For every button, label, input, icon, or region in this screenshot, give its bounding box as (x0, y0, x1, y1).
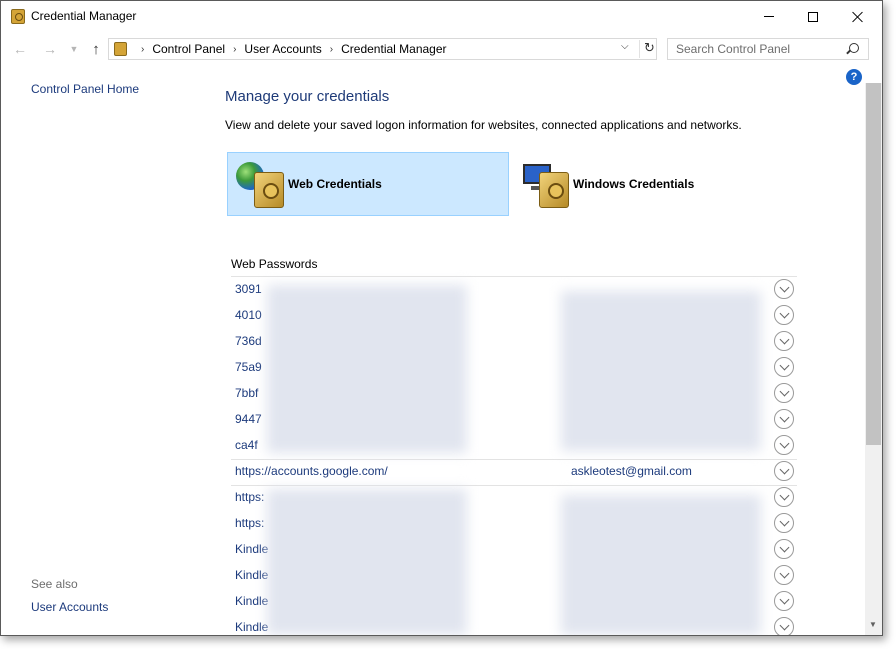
control-panel-home-link[interactable]: Control Panel Home (31, 82, 139, 96)
see-also-label: See also (31, 577, 78, 591)
breadcrumb-user-accounts[interactable]: User Accounts (244, 42, 321, 56)
windows-credentials-label: Windows Credentials (573, 177, 695, 191)
credential-title[interactable]: 736d (235, 334, 262, 348)
credential-username: askleotest@gmail.com (571, 464, 692, 478)
breadcrumb-credential-manager[interactable]: Credential Manager (341, 42, 446, 56)
page-description: View and delete your saved logon informa… (225, 118, 742, 132)
web-credentials-icon (236, 158, 288, 210)
credential-vault-icon (11, 9, 25, 24)
address-bar[interactable]: › Control Panel › User Accounts › Creden… (108, 38, 657, 60)
credential-title[interactable]: Kindle (235, 594, 268, 608)
vault-icon (254, 172, 284, 208)
page-title: Manage your credentials (225, 88, 390, 105)
credential-title[interactable]: 7bbf (235, 386, 258, 400)
expand-chevron-icon[interactable] (774, 591, 794, 611)
expand-chevron-icon[interactable] (774, 617, 794, 635)
credential-title[interactable]: Kindle (235, 568, 268, 582)
control-panel-icon (114, 42, 127, 56)
scrollbar-thumb[interactable] (866, 83, 881, 445)
breadcrumb-separator-icon[interactable]: › (141, 44, 144, 55)
credential-title[interactable]: 3091 (235, 282, 262, 296)
minimize-button[interactable] (746, 1, 792, 32)
windows-credentials-tile[interactable]: Windows Credentials (513, 152, 795, 216)
credential-row-google[interactable]: https://accounts.google.com/ askleotest@… (227, 459, 797, 485)
breadcrumb-control-panel[interactable]: Control Panel (152, 42, 225, 56)
expand-chevron-icon[interactable] (774, 357, 794, 377)
breadcrumb: › Control Panel › User Accounts › Creden… (133, 42, 447, 56)
expand-chevron-icon[interactable] (774, 409, 794, 429)
expand-chevron-icon[interactable] (774, 487, 794, 507)
title-bar[interactable]: Credential Manager (1, 1, 882, 32)
search-icon[interactable] (849, 43, 859, 53)
credential-title[interactable]: Kindle (235, 542, 268, 556)
maximize-icon (808, 11, 818, 22)
privacy-blur (267, 285, 467, 453)
refresh-icon[interactable]: ↻ (639, 40, 655, 58)
credential-title[interactable]: https: (235, 490, 264, 504)
close-icon (852, 11, 864, 23)
expand-chevron-icon[interactable] (774, 513, 794, 533)
back-arrow-icon[interactable]: ← (11, 40, 29, 58)
vertical-scrollbar[interactable]: ▼ (865, 83, 882, 635)
credential-title[interactable]: https: (235, 516, 264, 530)
credential-title[interactable]: Kindle (235, 620, 268, 634)
up-arrow-icon[interactable]: ↑ (87, 40, 105, 58)
recent-locations-chevron-icon[interactable]: ▼ (65, 40, 83, 58)
expand-chevron-icon[interactable] (774, 331, 794, 351)
web-passwords-header: Web Passwords (231, 257, 318, 271)
expand-chevron-icon[interactable] (774, 539, 794, 559)
credential-title[interactable]: ca4f (235, 438, 258, 452)
user-accounts-link[interactable]: User Accounts (31, 600, 108, 614)
web-credentials-tile[interactable]: Web Credentials (227, 152, 509, 216)
credential-title[interactable]: 9447 (235, 412, 262, 426)
navigation-bar: ← → ▼ ↑ › Control Panel › User Accounts … (1, 32, 882, 65)
maximize-button[interactable] (790, 1, 836, 32)
window-title: Credential Manager (31, 9, 137, 23)
privacy-blur (267, 489, 467, 635)
close-button[interactable] (835, 1, 881, 32)
expand-chevron-icon[interactable] (774, 435, 794, 455)
credential-title[interactable]: 75a9 (235, 360, 262, 374)
web-credentials-label: Web Credentials (288, 177, 382, 191)
vault-icon (539, 172, 569, 208)
search-input[interactable]: Search Control Panel (667, 38, 869, 60)
expand-chevron-icon[interactable] (774, 383, 794, 403)
row-divider (231, 459, 797, 460)
left-navigation-pane: Control Panel Home See also User Account… (1, 65, 211, 635)
expand-chevron-icon[interactable] (774, 565, 794, 585)
minimize-icon (764, 16, 774, 17)
windows-credentials-icon (521, 158, 573, 210)
credential-title[interactable]: https://accounts.google.com/ (235, 464, 388, 478)
breadcrumb-separator-icon[interactable]: › (233, 44, 236, 55)
row-divider (231, 485, 797, 486)
address-dropdown-chevron-icon[interactable]: ⌵ (621, 41, 629, 52)
scroll-down-arrow-icon[interactable]: ▼ (869, 620, 877, 629)
credential-title[interactable]: 4010 (235, 308, 262, 322)
search-placeholder: Search Control Panel (676, 42, 791, 56)
help-icon[interactable]: ? (846, 69, 862, 85)
expand-chevron-icon[interactable] (774, 305, 794, 325)
expand-chevron-icon[interactable] (774, 461, 794, 481)
breadcrumb-separator-icon[interactable]: › (330, 44, 333, 55)
credential-manager-window: Credential Manager ← → ▼ ↑ › Control Pan… (0, 0, 883, 636)
expand-chevron-icon[interactable] (774, 279, 794, 299)
forward-arrow-icon[interactable]: → (41, 40, 59, 58)
privacy-blur (561, 291, 761, 451)
privacy-blur (561, 495, 761, 635)
